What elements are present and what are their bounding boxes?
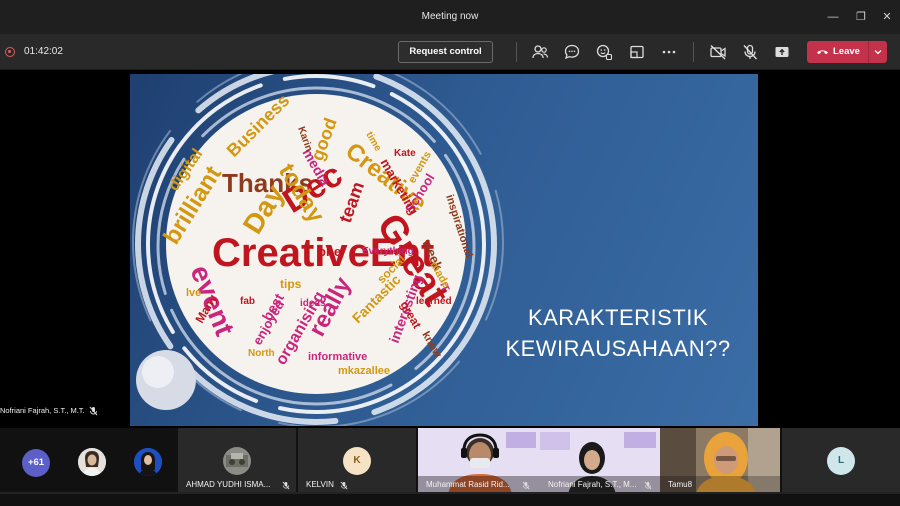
avatar[interactable] xyxy=(78,448,106,476)
toolbar-divider xyxy=(516,42,517,62)
mic-off-icon[interactable] xyxy=(740,42,760,62)
participant-overflow-tile[interactable]: +61 xyxy=(0,428,176,494)
participant-name: Muhammat Rasid Rid... xyxy=(426,480,510,489)
slide-title-line: KARAKTERISTIK xyxy=(527,305,709,330)
more-icon[interactable] xyxy=(659,42,679,62)
meeting-toolbar: 01:42:02 Request control Leave xyxy=(0,34,900,70)
leave-button[interactable]: Leave xyxy=(807,41,887,63)
word-cloud-word: lve xyxy=(186,287,201,299)
avatar[interactable] xyxy=(134,448,162,476)
meeting-timer: 01:42:02 xyxy=(24,46,63,57)
title-bar: Meeting now — ❐ ✕ xyxy=(0,0,900,34)
leave-divider xyxy=(868,41,869,63)
word-cloud-word: North xyxy=(248,348,275,359)
close-button[interactable]: ✕ xyxy=(876,8,898,26)
word-cloud-word: mkazallee xyxy=(338,365,390,377)
mic-off-icon xyxy=(282,481,290,490)
reactions-icon[interactable] xyxy=(594,42,614,62)
window-title: Meeting now xyxy=(421,11,479,22)
share-icon[interactable] xyxy=(772,42,792,62)
leave-label: Leave xyxy=(833,46,860,57)
mic-off-icon xyxy=(340,481,348,490)
avatar xyxy=(223,447,251,475)
phone-hangup-icon xyxy=(817,50,828,55)
rooms-icon[interactable] xyxy=(627,42,647,62)
word-cloud-word: ideas xyxy=(300,298,326,309)
word-cloud-word: Kate xyxy=(394,148,416,159)
participant-tile[interactable]: AHMAD YUDHI ISMA... xyxy=(178,428,296,494)
camera-off-icon[interactable] xyxy=(708,42,728,62)
participant-name: Nofriani Fajrah, S.T., M... xyxy=(548,480,637,489)
presentation-slide: CreativeEnt Great Thanks Dec event brill… xyxy=(130,74,758,426)
strip-bottom-line xyxy=(0,492,900,494)
participant-name: KELVIN xyxy=(306,480,334,489)
shared-content-stage: CreativeEnt Great Thanks Dec event brill… xyxy=(0,70,900,426)
avatar: L xyxy=(827,447,855,475)
word-cloud-graphic: CreativeEnt Great Thanks Dec event brill… xyxy=(132,74,504,426)
mic-off-icon xyxy=(644,481,652,490)
minimize-button[interactable]: — xyxy=(822,8,844,26)
mic-off-icon xyxy=(89,406,98,416)
participant-video-tile[interactable]: Nofriani Fajrah, S.T., M... xyxy=(540,428,660,494)
participant-name: Tamu8 xyxy=(668,480,693,489)
teams-meeting-window: Meeting now — ❐ ✕ 01:42:02 Request contr… xyxy=(0,0,900,506)
request-control-button[interactable]: Request control xyxy=(398,41,493,63)
word-cloud-word: learned xyxy=(416,296,452,307)
participant-tile[interactable]: K KELVIN xyxy=(298,428,416,494)
recording-icon xyxy=(5,47,15,57)
chevron-down-icon[interactable] xyxy=(873,46,883,58)
participant-video-tile[interactable]: Tamu8 xyxy=(660,428,780,494)
chat-icon[interactable] xyxy=(562,42,582,62)
restore-button[interactable]: ❐ xyxy=(850,8,872,26)
toolbar-divider xyxy=(693,42,694,62)
participant-name: AHMAD YUDHI ISMA... xyxy=(186,480,271,489)
word-cloud-word: Everything xyxy=(362,246,414,257)
slide-title-line: KEWIRAUSAHAAN?? xyxy=(505,336,731,361)
word-cloud-word: tips xyxy=(280,277,302,291)
presenter-name: Nofriani Fajrah, S.T., M.T. xyxy=(0,406,85,415)
word-cloud-word: fab xyxy=(240,296,255,307)
word-cloud-word: informative xyxy=(308,351,367,363)
word-cloud-word: one xyxy=(318,244,341,259)
participant-video-tile[interactable]: Muhammat Rasid Rid... xyxy=(418,428,540,494)
participant-tile[interactable]: L xyxy=(782,428,900,494)
overflow-count-badge[interactable]: +61 xyxy=(22,449,50,477)
mic-off-icon xyxy=(522,481,530,490)
slide-title: KARAKTERISTIK KEWIRAUSAHAAN?? xyxy=(478,302,758,364)
people-icon[interactable] xyxy=(530,42,550,62)
avatar: K xyxy=(343,447,371,475)
participant-strip: +61 AHMAD YUDHI ISMA... K KELVIN Muhamma… xyxy=(0,428,900,506)
